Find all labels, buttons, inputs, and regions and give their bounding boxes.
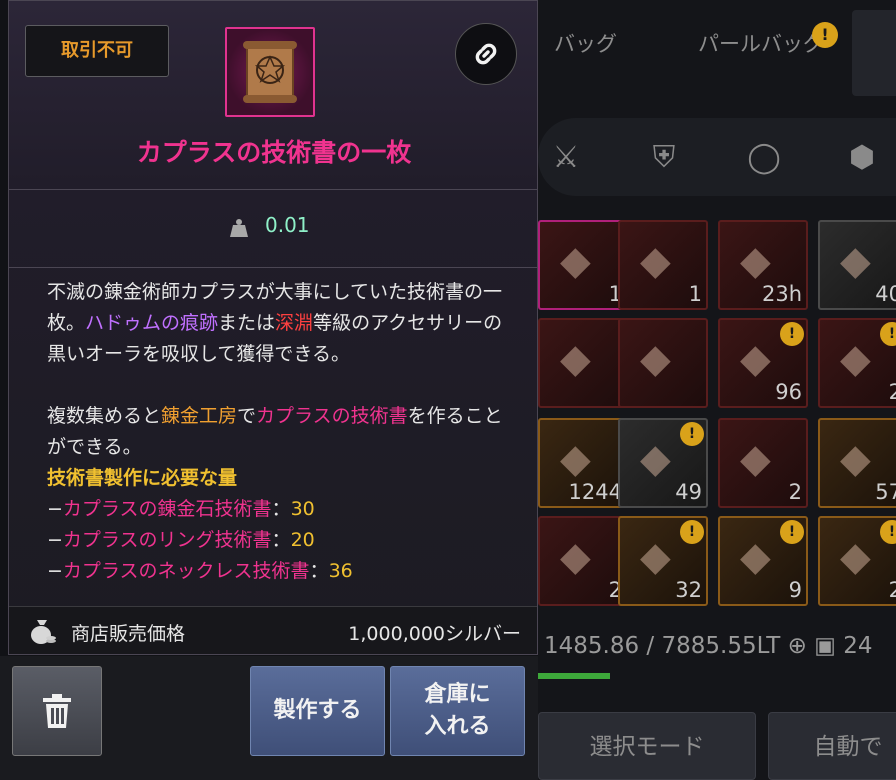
inventory-slot[interactable]: ◆ 2 — [718, 418, 808, 508]
scroll-icon — [225, 27, 315, 117]
inventory-slot[interactable]: ◆! 2 — [818, 318, 896, 408]
gem-icon[interactable]: ⬢ — [842, 138, 882, 178]
store-in-warehouse-button[interactable]: 倉庫に 入れる — [390, 666, 525, 756]
slot-count: 2 — [888, 578, 896, 602]
alert-badge: ! — [880, 322, 896, 346]
tab-alert-badge: ! — [812, 22, 838, 48]
slot-count: 32 — [675, 578, 702, 602]
alert-badge: ! — [780, 520, 804, 544]
sell-price-value: 1,000,000シルバー — [348, 623, 521, 645]
armor-icon[interactable]: ⛨ — [644, 138, 684, 178]
slot-count: 2 — [888, 380, 896, 404]
slot-count: 96 — [775, 380, 802, 404]
item-icon: ◆ — [640, 436, 671, 482]
tab-bag[interactable]: バッグ — [554, 28, 617, 58]
link-icon — [475, 43, 497, 65]
inventory-slot[interactable]: ◆! 2 — [818, 516, 896, 606]
item-name: カプラスの技術書の一枚 — [136, 138, 412, 167]
action-bar: 製作する 倉庫に入れる — [0, 656, 538, 780]
inventory-slot[interactable]: ◆ 2 — [538, 516, 628, 606]
requirement-item: −カプラスのネックレス技術書：36 — [47, 560, 353, 582]
select-mode-button[interactable]: 選択モード — [538, 712, 756, 780]
alert-badge: ! — [680, 520, 704, 544]
tab-active[interactable] — [852, 10, 896, 96]
sell-price-label: 商店販売価格 — [71, 623, 186, 645]
inventory-slot[interactable]: ◆ 23h — [718, 220, 808, 310]
craft-button[interactable]: 製作する — [250, 666, 385, 756]
tab-pearl-bag[interactable]: パールバッグ — [698, 28, 824, 58]
description-paragraph: 複数集めると錬金工房でカプラスの技術書を作ることができる。 — [47, 405, 503, 458]
requirement-item: −カプラスの錬金石技術書：30 — [47, 498, 315, 520]
item-icon: ◆ — [560, 238, 591, 284]
slot-count: 40 — [875, 282, 896, 306]
item-icon: ◆ — [740, 436, 771, 482]
item-description: 不滅の錬金術師カプラスが大事にしていた技術書の一枚。ハドゥムの痕跡または深淵等級… — [47, 277, 517, 587]
item-icon: ◆ — [640, 534, 671, 580]
ring-icon[interactable]: ◯ — [744, 138, 784, 178]
weight-bar — [538, 673, 610, 679]
inventory-slot[interactable]: ◆! 32 — [618, 516, 708, 606]
item-weight: 0.01 — [265, 213, 310, 237]
item-tooltip: 取引不可 カプラスの技術書の一枚 0.01 不滅の錬金術師カプラスが大事にしてい… — [8, 0, 538, 655]
untradeable-badge: 取引不可 — [25, 25, 169, 77]
item-icon: ◆ — [840, 336, 871, 382]
item-icon: ◆ — [640, 238, 671, 284]
slot-count: 49 — [675, 480, 702, 504]
alert-badge: ! — [780, 322, 804, 346]
requirements-title: 技術書製作に必要な量 — [47, 467, 238, 489]
store-label-line1: 倉庫に — [424, 682, 491, 707]
slot-count: 23h — [761, 282, 802, 306]
inventory-slot[interactable]: ◆ — [538, 318, 628, 408]
item-icon: ◆ — [840, 238, 871, 284]
item-icon: ◆ — [840, 534, 871, 580]
inventory-slot[interactable]: ◆! 49 — [618, 418, 708, 508]
requirements-list: −カプラスの錬金石技術書：30 −カプラスのリング技術書：20 −カプラスのネックレ… — [47, 494, 517, 587]
item-icon: ◆ — [640, 336, 671, 382]
trash-icon — [43, 694, 71, 728]
silver-bag-icon — [31, 620, 56, 644]
inventory-slot[interactable]: ◆ 40 — [818, 220, 896, 310]
weight-icon — [230, 219, 248, 237]
slot-count: 9 — [788, 578, 802, 602]
divider — [9, 267, 537, 268]
item-icon: ◆ — [840, 436, 871, 482]
auto-button[interactable]: 自動で — [768, 712, 896, 780]
link-button[interactable] — [455, 23, 517, 85]
sell-price-row: 商店販売価格 1,000,000シルバー — [9, 606, 537, 654]
discard-button[interactable] — [12, 666, 102, 756]
inventory-slot[interactable]: ◆! 96 — [718, 318, 808, 408]
swords-icon[interactable]: ⚔ — [546, 138, 586, 178]
inventory-slot[interactable]: ◆ 57 — [818, 418, 896, 508]
item-icon: ◆ — [560, 436, 591, 482]
slot-count: 57 — [875, 480, 896, 504]
requirement-item: −カプラスのリング技術書：20 — [47, 529, 315, 551]
alert-badge: ! — [680, 422, 704, 446]
weight-row: 0.01 — [9, 189, 537, 267]
item-icon: ◆ — [740, 238, 771, 284]
slot-count: 1244 — [568, 480, 622, 504]
slot-count: 1 — [688, 282, 702, 306]
alert-badge: ! — [880, 520, 896, 544]
slot-count: 2 — [788, 480, 802, 504]
item-icon: ◆ — [740, 336, 771, 382]
item-icon: ◆ — [560, 336, 591, 382]
inventory-background: バッグ パールバッグ ! ⚔ ⛨ ◯ ⬢ ◆ 1 ◆ 1 ◆ 23h ◆ 40 ◆ ◆ ◆! 96 ◆!… — [538, 0, 896, 780]
store-label-line2: 入れる — [424, 714, 491, 739]
inventory-slot[interactable]: ◆ 1 — [618, 220, 708, 310]
item-icon: ◆ — [740, 534, 771, 580]
item-icon: ◆ — [560, 534, 591, 580]
bag-weight: 1485.86 / 7885.55LT ⊕ ▣ 24 — [544, 633, 873, 659]
inventory-slot[interactable]: ◆ 1 — [538, 220, 628, 310]
inventory-slot[interactable]: ◆ — [618, 318, 708, 408]
inventory-slot[interactable]: ◆ 1244 — [538, 418, 628, 508]
description-paragraph: 不滅の錬金術師カプラスが大事にしていた技術書の一枚。ハドゥムの痕跡または深淵等級… — [47, 281, 503, 365]
inventory-slot[interactable]: ◆! 9 — [718, 516, 808, 606]
